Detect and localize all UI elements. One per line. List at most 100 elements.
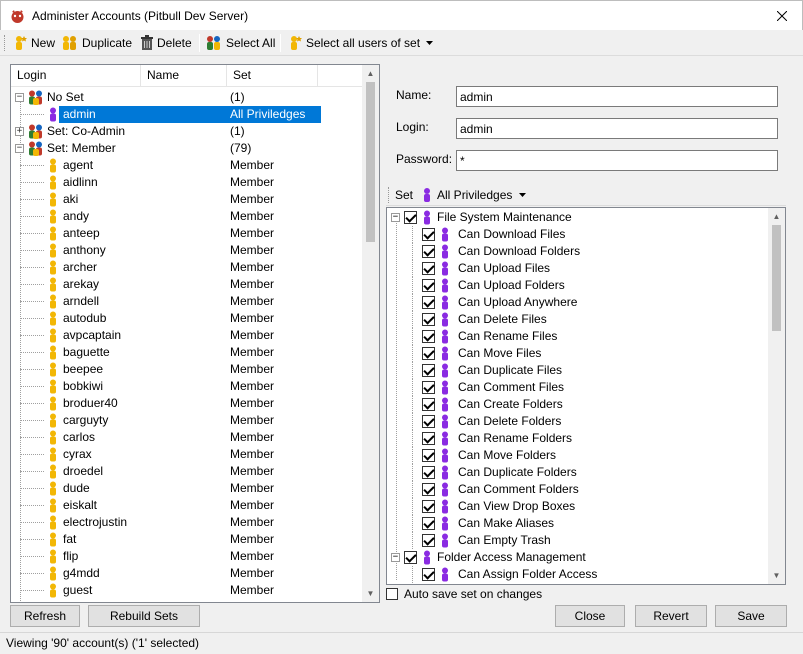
rebuild-sets-button[interactable]: Rebuild Sets <box>88 605 200 627</box>
name-input[interactable] <box>456 86 778 107</box>
table-row[interactable]: dude Member <box>11 480 364 497</box>
permission-checkbox[interactable] <box>422 364 435 377</box>
table-row[interactable]: flip Member <box>11 548 364 565</box>
list-scrollbar[interactable]: ▲ ▼ <box>362 65 379 602</box>
login-input[interactable] <box>456 118 778 139</box>
permission-checkbox[interactable] <box>422 279 435 292</box>
permission-item[interactable]: Can Upload Folders <box>387 277 767 294</box>
refresh-button[interactable]: Refresh <box>10 605 80 627</box>
table-row[interactable]: agent Member <box>11 157 364 174</box>
permission-checkbox[interactable] <box>422 228 435 241</box>
table-row[interactable]: admin All Priviledges <box>11 106 364 123</box>
table-row[interactable]: arekay Member <box>11 276 364 293</box>
permission-checkbox[interactable] <box>422 296 435 309</box>
table-row[interactable]: cyrax Member <box>11 446 364 463</box>
table-row[interactable]: electrojustin Member <box>11 514 364 531</box>
permissions-scrollbar[interactable]: ▲ ▼ <box>768 208 785 584</box>
table-row[interactable]: aki Member <box>11 191 364 208</box>
permission-item[interactable]: Can Rename Files <box>387 328 767 345</box>
table-row[interactable]: g4mdd Member <box>11 565 364 582</box>
permission-checkbox[interactable] <box>422 381 435 394</box>
permission-item[interactable]: Can Move Folders <box>387 447 767 464</box>
permission-item[interactable]: Can Empty Trash <box>387 532 767 549</box>
table-row[interactable]: aidlinn Member <box>11 174 364 191</box>
permission-item[interactable]: Can Download Files <box>387 226 767 243</box>
expand-toggle[interactable]: − <box>15 93 24 102</box>
expand-toggle[interactable]: − <box>15 144 24 153</box>
delete-button[interactable]: Delete <box>140 33 192 53</box>
expand-toggle[interactable]: − <box>391 553 400 562</box>
table-row[interactable]: arndell Member <box>11 293 364 310</box>
table-row[interactable]: fat Member <box>11 531 364 548</box>
permission-checkbox[interactable] <box>404 211 417 224</box>
scroll-up-arrow[interactable]: ▲ <box>768 208 785 225</box>
table-row[interactable]: anthony Member <box>11 242 364 259</box>
scroll-thumb[interactable] <box>366 82 375 242</box>
expand-toggle[interactable]: + <box>15 127 24 136</box>
permission-item[interactable]: Can Duplicate Files <box>387 362 767 379</box>
permission-item[interactable]: Can Make Aliases <box>387 515 767 532</box>
scroll-down-arrow[interactable]: ▼ <box>362 585 379 602</box>
permission-checkbox[interactable] <box>422 449 435 462</box>
permission-item[interactable]: Can View Drop Boxes <box>387 498 767 515</box>
permission-checkbox[interactable] <box>422 245 435 258</box>
permission-item[interactable]: Can Comment Folders <box>387 481 767 498</box>
permissions-tree[interactable]: − File System Maintenance Can Download Fil… <box>386 207 786 585</box>
permission-checkbox[interactable] <box>422 534 435 547</box>
close-window-button[interactable] <box>762 1 802 31</box>
permission-checkbox[interactable] <box>422 568 435 581</box>
column-login[interactable]: Login <box>11 65 141 87</box>
table-row[interactable]: − Set: Member (79) <box>11 140 364 157</box>
permission-checkbox[interactable] <box>422 466 435 479</box>
permission-checkbox[interactable] <box>422 415 435 428</box>
table-row[interactable]: avpcaptain Member <box>11 327 364 344</box>
permission-checkbox[interactable] <box>422 483 435 496</box>
save-button[interactable]: Save <box>715 605 787 627</box>
permission-checkbox[interactable] <box>404 551 417 564</box>
permission-checkbox[interactable] <box>422 262 435 275</box>
duplicate-button[interactable]: Duplicate <box>61 33 132 53</box>
table-row[interactable]: eiskalt Member <box>11 497 364 514</box>
table-row[interactable]: beepee Member <box>11 361 364 378</box>
table-row[interactable]: droedel Member <box>11 463 364 480</box>
scroll-thumb[interactable] <box>772 225 781 331</box>
select-set-dropdown[interactable]: Select all users of set <box>287 33 434 53</box>
table-row[interactable]: andy Member <box>11 208 364 225</box>
table-row[interactable]: archer Member <box>11 259 364 276</box>
select-all-button[interactable]: Select All <box>205 33 275 53</box>
table-row[interactable]: bobkiwi Member <box>11 378 364 395</box>
table-row[interactable]: anteep Member <box>11 225 364 242</box>
table-row[interactable]: guest Member <box>11 582 364 599</box>
table-row[interactable]: autodub Member <box>11 310 364 327</box>
close-button[interactable]: Close <box>555 605 625 627</box>
permission-checkbox[interactable] <box>422 330 435 343</box>
permission-item[interactable]: Can Assign Folder Access <box>387 566 767 583</box>
permission-checkbox[interactable] <box>422 517 435 530</box>
permission-item[interactable]: Can Duplicate Folders <box>387 464 767 481</box>
permission-item[interactable]: Can Comment Files <box>387 379 767 396</box>
column-name[interactable]: Name <box>141 65 227 87</box>
column-set[interactable]: Set <box>227 65 318 87</box>
auto-save-checkbox[interactable] <box>386 588 398 600</box>
scroll-down-arrow[interactable]: ▼ <box>768 567 785 584</box>
permission-item[interactable]: Can Rename Folders <box>387 430 767 447</box>
scroll-up-arrow[interactable]: ▲ <box>362 65 379 82</box>
permission-item[interactable]: Can Download Folders <box>387 243 767 260</box>
permission-item[interactable]: Can Delete Folders <box>387 413 767 430</box>
table-row[interactable]: carguyty Member <box>11 412 364 429</box>
accounts-list[interactable]: Login Name Set − No Set (1) admin All Privil… <box>10 64 380 603</box>
new-button[interactable]: New <box>12 33 55 53</box>
permission-item[interactable]: − Folder Access Management <box>387 549 767 566</box>
permission-checkbox[interactable] <box>422 432 435 445</box>
permission-item[interactable]: Can Upload Files <box>387 260 767 277</box>
expand-toggle[interactable]: − <box>391 213 400 222</box>
revert-button[interactable]: Revert <box>635 605 707 627</box>
table-row[interactable]: baguette Member <box>11 344 364 361</box>
permission-item[interactable]: Can Upload Anywhere <box>387 294 767 311</box>
permission-item[interactable]: Can Create Folders <box>387 396 767 413</box>
password-input[interactable] <box>456 150 778 171</box>
table-row[interactable]: + Set: Co-Admin (1) <box>11 123 364 140</box>
table-row[interactable]: broduer40 Member <box>11 395 364 412</box>
permission-checkbox[interactable] <box>422 500 435 513</box>
permission-checkbox[interactable] <box>422 313 435 326</box>
